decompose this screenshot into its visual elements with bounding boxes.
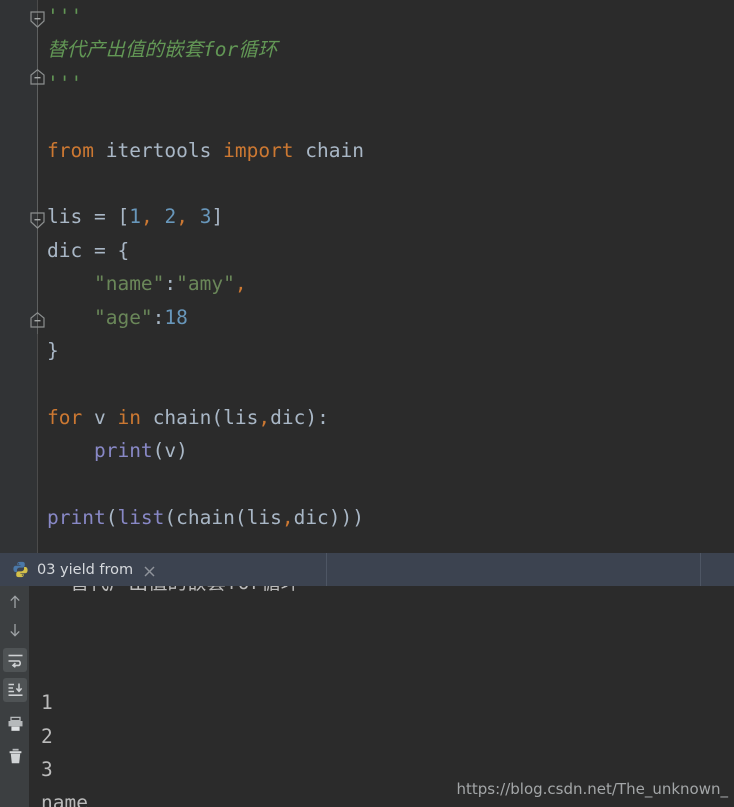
run-tool-window-tabbar[interactable]: 03 yield from [0, 553, 734, 586]
code-token: : [164, 272, 177, 296]
code-line: print(v) [39, 434, 734, 467]
console-clipped-line: 替代产出值的嵌套for循环 [70, 586, 300, 599]
code-token: 1 [129, 205, 141, 229]
code-line: } [39, 334, 734, 367]
code-line: dic = { [39, 234, 734, 267]
close-icon[interactable] [143, 563, 156, 577]
code-token: (chain(lis [164, 505, 282, 529]
code-line: for v in chain(lis,dic): [39, 401, 734, 434]
code-token: : [152, 305, 165, 329]
code-token: , [281, 505, 294, 529]
code-line: "age":18 [39, 301, 734, 334]
code-token: print [47, 505, 106, 529]
code-token: "amy" [176, 272, 235, 296]
code-line: lis = [1, 2, 3] [39, 200, 734, 233]
console-toolbar[interactable] [0, 586, 29, 807]
down-arrow-icon[interactable] [3, 618, 27, 642]
code-token: chain [293, 138, 365, 162]
code-token: v [82, 405, 118, 429]
code-token: 18 [164, 305, 188, 329]
tab-03-yield-from[interactable]: 03 yield from [0, 553, 166, 586]
code-token: dic = { [47, 238, 130, 262]
code-token: dic): [270, 405, 329, 429]
console-output-text[interactable]: 替代产出值的嵌套for循环 123nameage[1, 2, 3, 'name'… [29, 586, 734, 807]
code-token: import [223, 138, 294, 162]
tabbar-divider [700, 553, 701, 586]
run-console[interactable]: 替代产出值的嵌套for循环 123nameage[1, 2, 3, 'name'… [0, 586, 734, 807]
code-token: ''' [47, 5, 83, 28]
code-token: , [258, 405, 271, 429]
tab-label: 03 yield from [37, 561, 134, 578]
code-token: list [117, 505, 165, 529]
code-token: , [176, 205, 188, 229]
tabbar-divider [326, 553, 327, 586]
code-line: "name":"amy", [39, 267, 734, 300]
code-token: for [47, 405, 83, 429]
code-editor[interactable]: ''' 替代产出值的嵌套for循环 ''' from itertools impor… [0, 0, 734, 553]
scroll-to-end-icon[interactable] [3, 678, 27, 702]
code-token: dic))) [293, 505, 365, 529]
code-line: print(list(chain(lis,dic))) [39, 501, 734, 534]
soft-wrap-icon[interactable] [3, 648, 27, 672]
code-token: print [93, 439, 153, 463]
ide-window: ''' 替代产出值的嵌套for循环 ''' from itertools impor… [0, 0, 734, 807]
up-arrow-icon[interactable] [3, 590, 27, 614]
watermark-url: https://blog.csdn.net/The_unknown_ [456, 780, 728, 798]
fold-region-line [37, 14, 38, 334]
code-token: , [140, 205, 153, 229]
code-line: ''' [39, 67, 734, 100]
code-token: 替代产出值的嵌套for循环 [47, 38, 278, 62]
code-line: from itertools import chain [39, 134, 734, 167]
editor-gutter[interactable] [0, 0, 45, 553]
code-token: } [47, 338, 59, 362]
code-token: chain(lis [140, 405, 259, 429]
code-line: 替代产出值的嵌套for循环 [39, 33, 734, 66]
code-token: ] [211, 205, 224, 229]
python-icon [12, 561, 29, 578]
code-token: (v) [152, 439, 188, 463]
code-token: from [47, 138, 94, 162]
code-token: lis = [ [47, 205, 130, 229]
code-token: 3 [199, 205, 212, 229]
code-token: itertools [93, 138, 224, 162]
code-token: 2 [164, 205, 177, 229]
console-output-line: 2 [41, 724, 53, 748]
code-token: ''' [47, 71, 83, 95]
code-token: "age" [93, 305, 153, 329]
code-token: "name" [93, 272, 165, 296]
code-line: ''' [39, 0, 734, 33]
console-output-line: 1 [41, 691, 53, 715]
code-text-area[interactable]: ''' 替代产出值的嵌套for循环 ''' from itertools impor… [39, 0, 734, 553]
code-token: , [234, 272, 247, 296]
trash-icon[interactable] [3, 744, 27, 768]
code-token: ( [105, 505, 118, 529]
code-token: in [117, 405, 141, 429]
print-icon[interactable] [3, 712, 27, 736]
